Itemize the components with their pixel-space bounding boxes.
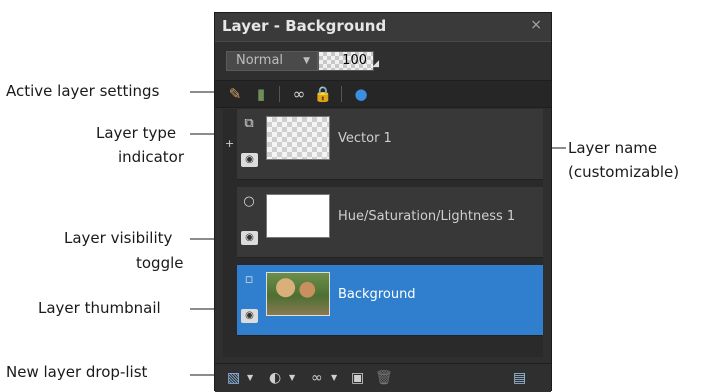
layers-palette: Layer - Background × Normal ▼ 100 ◢ ✎ ▮ … [214,12,552,392]
raster-layer-icon: ▫ [244,272,254,287]
eye-icon[interactable]: ◉ [241,153,258,167]
chevron-down-icon[interactable]: ▼ [247,369,253,387]
delete-icon[interactable]: 🗑 [375,369,393,387]
edit-layer-icon[interactable]: ✎ [225,84,245,104]
active-layer-toolbar: ✎ ▮ ∞ 🔒 ● [215,80,551,108]
mask-icon[interactable]: ▮ [251,84,271,104]
callout-visibility-2: toggle [136,254,184,272]
chevron-down-icon[interactable]: ▼ [331,369,337,387]
callout-layer-name-1: Layer name [568,139,658,157]
new-layer-icon[interactable]: ▧ [227,369,240,387]
merge-icon[interactable]: ▣ [351,369,364,387]
layer-name[interactable]: Vector 1 [338,131,392,146]
eye-icon[interactable]: ◉ [241,231,258,245]
effects-icon[interactable]: ● [351,84,371,104]
callout-layer-name-2: (customizable) [568,163,680,181]
toolbar-divider [279,86,280,102]
properties-icon[interactable]: ▤ [513,369,526,387]
opacity-slider-icon[interactable]: ◢ [372,55,379,73]
blend-mode-value: Normal [236,53,284,68]
layer-row-selected[interactable]: ▫ ◉ Background [237,265,543,336]
layer-row[interactable]: + ⧉ ◉ Vector 1 [225,109,543,180]
callout-visibility-1: Layer visibility [64,229,173,247]
chevron-down-icon[interactable]: ▼ [289,369,295,387]
new-mask-icon[interactable]: ∞ [311,369,323,387]
layer-list: + ⧉ ◉ Vector 1 ○ ◉ Hue/Saturation/Lightn… [223,109,543,357]
layer-thumbnail [266,272,330,316]
toolbar-divider [341,86,342,102]
layer-thumbnail [266,194,330,238]
vector-layer-icon: ⧉ [244,116,254,131]
layer-name[interactable]: Background [338,287,416,302]
adjustment-layer-icon: ○ [243,194,255,209]
palette-titlebar[interactable]: Layer - Background × [215,13,551,42]
link-icon[interactable]: ∞ [289,84,309,104]
lock-icon[interactable]: 🔒 [313,84,333,104]
opacity-field[interactable]: 100 ◢ [318,51,379,71]
callout-layer-type-2: indicator [118,148,185,166]
new-adjustment-layer-icon[interactable]: ◐ [269,369,281,387]
layer-name[interactable]: Hue/Saturation/Lightness 1 [338,209,515,224]
layer-thumbnail [266,116,330,160]
callout-active-layer-settings: Active layer settings [6,82,160,100]
chevron-down-icon: ▼ [303,56,310,66]
palette-bottom-toolbar: ▧ ▼ ◐ ▼ ∞ ▼ ▣ 🗑 ▤ [215,363,551,392]
callout-layer-type-1: Layer type [96,124,177,142]
opacity-value: 100 [342,53,367,68]
callout-new-layer: New layer drop-list [6,363,148,381]
layer-properties-row: Normal ▼ 100 ◢ [215,50,551,74]
expand-icon[interactable]: + [225,137,234,150]
close-icon[interactable]: × [530,17,542,33]
blend-mode-dropdown[interactable]: Normal ▼ [226,51,318,71]
palette-title: Layer - Background [222,17,387,35]
eye-icon[interactable]: ◉ [241,309,258,323]
layer-row[interactable]: ○ ◉ Hue/Saturation/Lightness 1 [237,187,543,258]
callout-thumbnail: Layer thumbnail [38,299,161,317]
